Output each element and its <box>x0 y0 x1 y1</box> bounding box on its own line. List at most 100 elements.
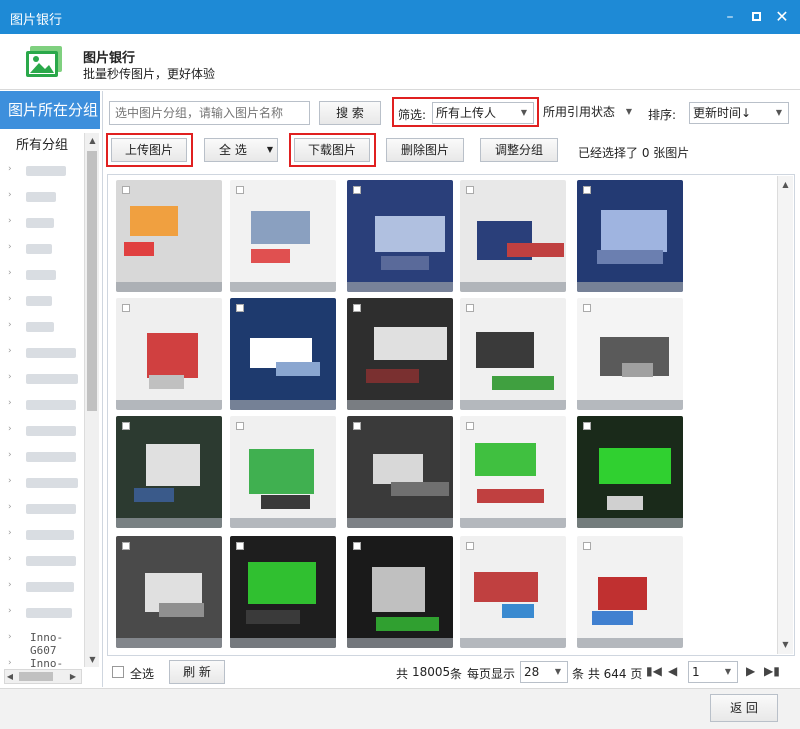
sidebar-item[interactable]: › <box>8 346 84 360</box>
previous-page-icon[interactable]: ◀ <box>668 664 677 678</box>
back-button[interactable]: 返 回 <box>710 694 778 722</box>
image-thumbnail[interactable] <box>116 298 222 410</box>
scrollbar-thumb[interactable] <box>87 151 97 411</box>
header-title: 图片银行 <box>83 51 136 66</box>
image-thumbnail[interactable] <box>577 536 683 648</box>
sort-select[interactable]: 更新时间↓ ▼ <box>689 102 789 124</box>
image-thumbnail[interactable] <box>116 180 222 292</box>
sidebar-item[interactable]: › <box>8 606 84 620</box>
sidebar-horizontal-scrollbar[interactable]: ◀ ▶ <box>4 669 82 684</box>
sidebar-item[interactable]: › <box>8 294 84 308</box>
sidebar-vertical-scrollbar[interactable]: ▲ ▼ <box>84 133 99 667</box>
first-page-icon[interactable]: ▮◀ <box>646 664 662 678</box>
adjust-group-button[interactable]: 调整分组 <box>480 138 558 162</box>
refresh-button[interactable]: 刷 新 <box>169 660 225 684</box>
thumbnail-content <box>475 443 536 476</box>
maximize-button[interactable] <box>746 7 766 27</box>
thumbnail-checkbox[interactable] <box>353 422 361 430</box>
sidebar-item[interactable]: › Inno-G607 <box>8 631 84 657</box>
image-thumbnail[interactable] <box>230 536 336 648</box>
search-button[interactable]: 搜 索 <box>319 101 381 125</box>
thumbnail-checkbox[interactable] <box>122 186 130 194</box>
image-thumbnail[interactable] <box>116 536 222 648</box>
sidebar-item[interactable]: › <box>8 190 84 204</box>
thumbnail-checkbox[interactable] <box>236 542 244 550</box>
select-all-checkbox[interactable] <box>112 666 124 678</box>
image-thumbnail[interactable] <box>460 536 566 648</box>
reference-status-select[interactable]: 所用引用状态 ▼ <box>540 102 638 124</box>
image-thumbnail[interactable] <box>460 298 566 410</box>
scroll-left-icon[interactable]: ◀ <box>4 669 16 684</box>
search-input[interactable] <box>109 101 310 125</box>
chevron-right-icon: › <box>8 580 12 590</box>
thumbnail-checkbox[interactable] <box>466 186 474 194</box>
image-thumbnail[interactable] <box>460 180 566 292</box>
thumbnail-checkbox[interactable] <box>236 422 244 430</box>
thumbnail-checkbox[interactable] <box>583 186 591 194</box>
thumbnail-checkbox[interactable] <box>353 542 361 550</box>
sidebar-item[interactable]: › <box>8 450 84 464</box>
sidebar-item[interactable]: › <box>8 216 84 230</box>
page-number-select[interactable]: 1 ▼ <box>688 661 738 683</box>
sidebar-item[interactable]: › <box>8 554 84 568</box>
thumbnail-checkbox[interactable] <box>583 422 591 430</box>
sidebar-item[interactable]: › <box>8 580 84 594</box>
last-page-icon[interactable]: ▶▮ <box>764 664 780 678</box>
thumbnail-caption-bar <box>460 638 566 648</box>
image-thumbnail[interactable] <box>347 416 453 528</box>
thumbnail-checkbox[interactable] <box>353 186 361 194</box>
minimize-button[interactable]: – <box>720 7 740 27</box>
delete-image-button[interactable]: 删除图片 <box>386 138 464 162</box>
image-thumbnail[interactable] <box>116 416 222 528</box>
image-thumbnail[interactable] <box>347 298 453 410</box>
sidebar-item[interactable]: › <box>8 424 84 438</box>
sidebar-item[interactable]: › <box>8 242 84 256</box>
thumbnail-content <box>601 210 667 252</box>
sidebar-item[interactable]: › <box>8 398 84 412</box>
sidebar-item[interactable]: › <box>8 372 84 386</box>
thumbnail-checkbox[interactable] <box>583 542 591 550</box>
thumbnail-checkbox[interactable] <box>466 422 474 430</box>
sidebar-item[interactable]: › <box>8 320 84 334</box>
thumbnail-checkbox[interactable] <box>122 304 130 312</box>
scrollbar-thumb[interactable] <box>19 672 53 681</box>
image-thumbnail[interactable] <box>577 180 683 292</box>
image-thumbnail[interactable] <box>577 416 683 528</box>
close-button[interactable]: ✕ <box>772 7 792 27</box>
thumbnail-checkbox[interactable] <box>122 542 130 550</box>
sidebar-item[interactable]: › <box>8 502 84 516</box>
chevron-right-icon: › <box>8 502 12 512</box>
select-all-dropdown[interactable]: 全 选 ▼ <box>204 138 278 162</box>
next-page-icon[interactable]: ▶ <box>746 664 755 678</box>
sidebar-item[interactable]: › <box>8 268 84 282</box>
sidebar-item[interactable]: › <box>8 528 84 542</box>
scroll-down-icon[interactable]: ▼ <box>778 637 793 652</box>
image-thumbnail[interactable] <box>230 298 336 410</box>
thumbnail-checkbox[interactable] <box>583 304 591 312</box>
image-thumbnail[interactable] <box>347 180 453 292</box>
image-thumbnail[interactable] <box>460 416 566 528</box>
blurred-group-name <box>26 426 76 436</box>
chevron-right-icon: › <box>8 216 12 226</box>
image-thumbnail[interactable] <box>347 536 453 648</box>
image-thumbnail[interactable] <box>577 298 683 410</box>
thumbnail-checkbox[interactable] <box>466 304 474 312</box>
sidebar-item[interactable]: › <box>8 164 84 178</box>
per-page-select[interactable]: 28 ▼ <box>520 661 568 683</box>
sidebar-item-label: Inno-G607 <box>30 631 64 657</box>
thumbnail-checkbox[interactable] <box>236 304 244 312</box>
sidebar-item-all-groups[interactable]: 所有分组 <box>0 135 84 157</box>
thumbnail-checkbox[interactable] <box>122 422 130 430</box>
image-thumbnail[interactable] <box>230 416 336 528</box>
chevron-right-icon: › <box>8 190 12 200</box>
thumbnail-checkbox[interactable] <box>236 186 244 194</box>
thumbnail-checkbox[interactable] <box>466 542 474 550</box>
scroll-up-icon[interactable]: ▲ <box>778 177 793 192</box>
scroll-down-icon[interactable]: ▼ <box>85 652 100 667</box>
thumbnail-checkbox[interactable] <box>353 304 361 312</box>
image-thumbnail[interactable] <box>230 180 336 292</box>
sidebar-item[interactable]: › <box>8 476 84 490</box>
scroll-right-icon[interactable]: ▶ <box>67 669 79 684</box>
scroll-up-icon[interactable]: ▲ <box>85 133 100 148</box>
grid-vertical-scrollbar[interactable]: ▲ ▼ <box>777 176 793 654</box>
